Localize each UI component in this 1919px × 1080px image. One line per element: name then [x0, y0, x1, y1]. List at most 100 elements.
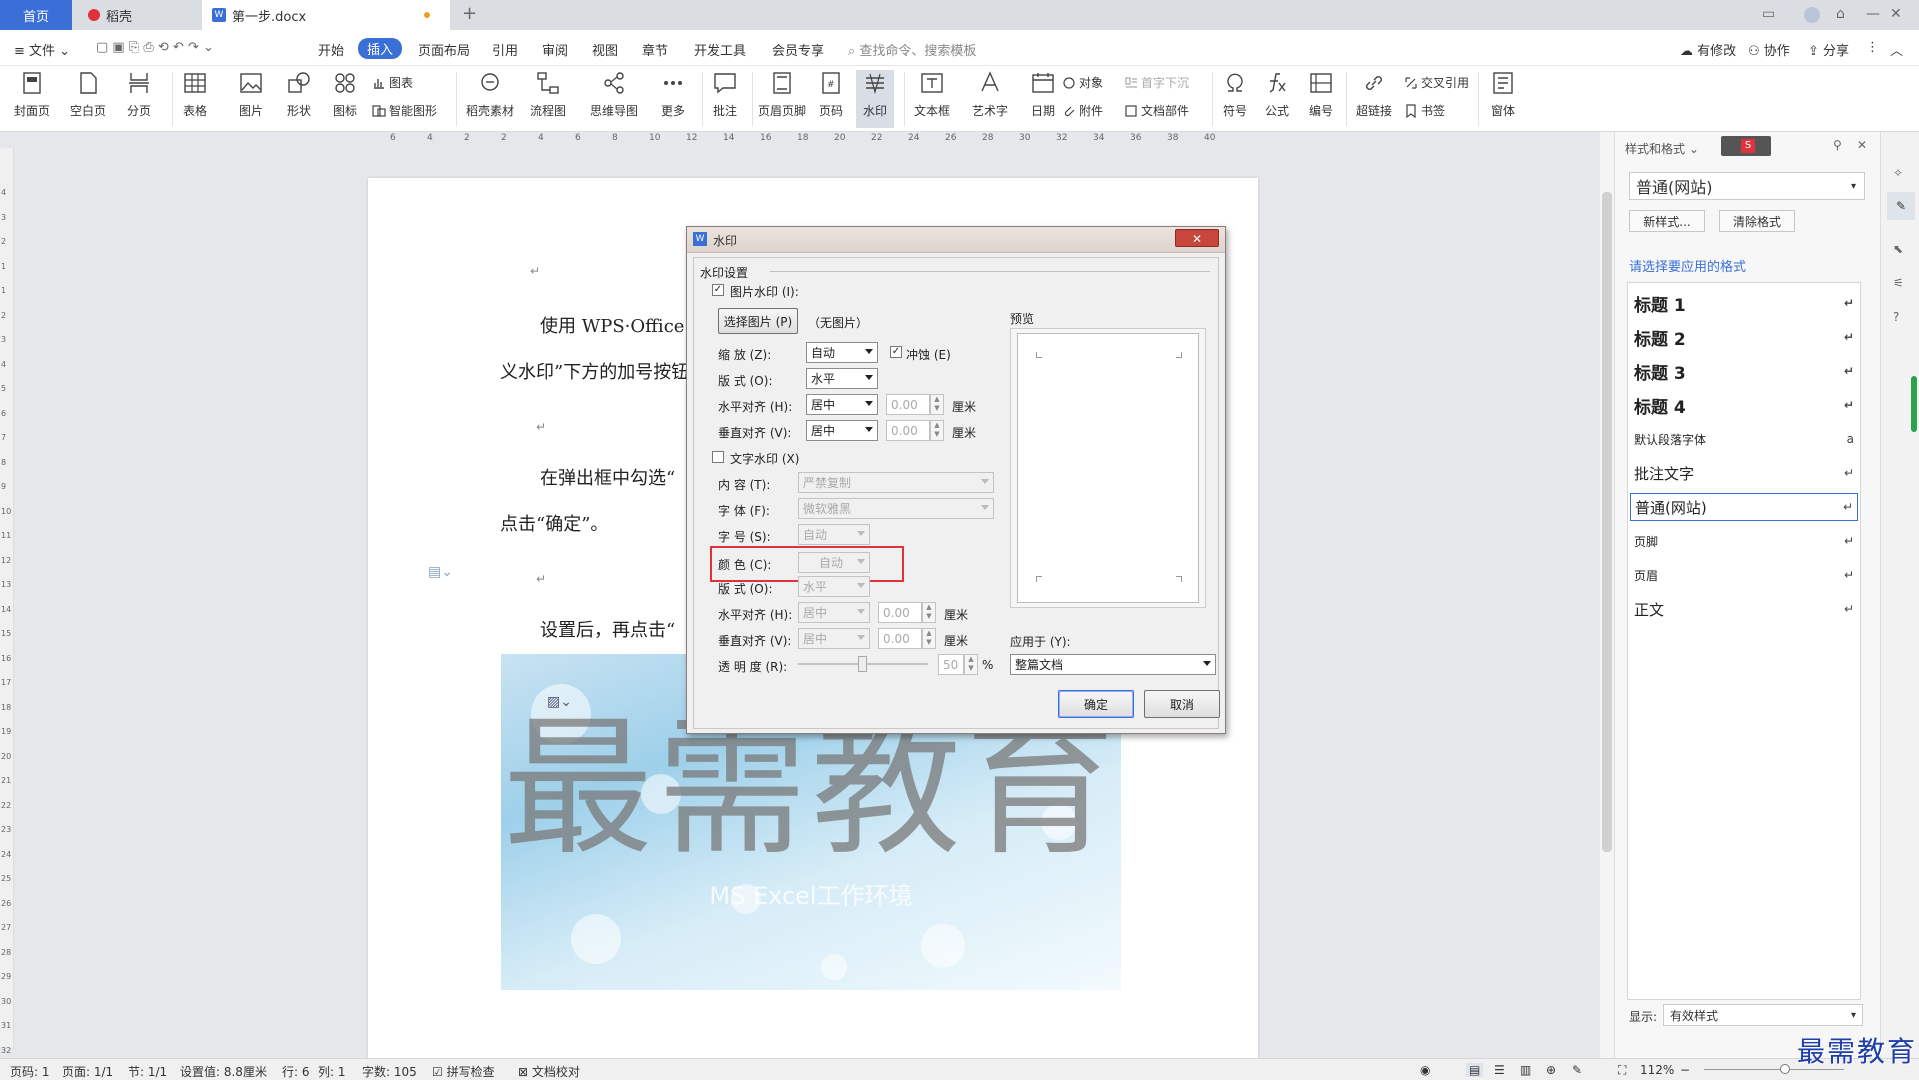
command-search[interactable]: ⌕ 查找命令、搜索模板	[848, 40, 976, 59]
style-item-body[interactable]: 正文 ↵	[1634, 595, 1854, 623]
h-align-select[interactable]: 居中	[806, 394, 878, 415]
revisions-button[interactable]: ☁ 有修改	[1680, 40, 1736, 59]
v-offset-spinner[interactable]: ▲ ▼	[930, 420, 944, 441]
close-panel-icon[interactable]: ✕	[1857, 138, 1867, 152]
style-item-header[interactable]: 页眉 ↵	[1634, 561, 1854, 589]
scroll-thumb[interactable]	[1602, 192, 1612, 852]
menu-insert[interactable]: 插入	[358, 38, 403, 59]
style-item-default-font[interactable]: 默认段落字体 a	[1634, 425, 1854, 453]
transparency-input[interactable]: 50	[938, 654, 964, 675]
new-style-button[interactable]: 新样式...	[1629, 210, 1705, 232]
cancel-button[interactable]: 取消	[1144, 690, 1220, 718]
style-item-heading-1[interactable]: 标题 1 ↵	[1634, 289, 1854, 317]
drop-cap-button[interactable]: 首字下沉	[1124, 74, 1189, 91]
horizontal-ruler[interactable]: 6 4 2 2 4 6 8 10 12 14 16 18 20 22 24 26 28 30 32 34 36 38 40	[368, 132, 1268, 148]
cover-page-button[interactable]: 封面页	[14, 70, 50, 119]
magic-icon[interactable]: ✧	[1893, 166, 1903, 180]
icon-library-button[interactable]: 图标	[332, 70, 358, 119]
user-avatar[interactable]	[1804, 7, 1820, 23]
size-select[interactable]: 自动	[798, 524, 870, 545]
input-method-icon[interactable]: S	[1721, 136, 1771, 156]
status-row[interactable]: 行: 6	[282, 1063, 310, 1080]
date-button[interactable]: 日期	[1030, 70, 1056, 119]
header-footer-button[interactable]: 页眉页脚	[758, 70, 806, 119]
apply-to-select[interactable]: 整篇文档	[1010, 654, 1216, 675]
style-item-comment-text[interactable]: 批注文字 ↵	[1634, 459, 1854, 487]
text-watermark-checkbox[interactable]	[712, 451, 724, 463]
formula-button[interactable]: 公式	[1264, 70, 1290, 119]
picture-button[interactable]: 图片	[238, 70, 264, 119]
status-section[interactable]: 节: 1/1	[128, 1063, 167, 1080]
style-item-heading-2[interactable]: 标题 2 ↵	[1634, 323, 1854, 351]
doc-parts-button[interactable]: 文档部件	[1124, 102, 1189, 119]
select-pointer-icon[interactable]: ⬉	[1893, 242, 1903, 256]
status-words[interactable]: 字数: 105	[362, 1063, 417, 1080]
vertical-ruler[interactable]: 4 3 2 1 1 2 3 4 5 6 7 8 9 10 11 12 13 14 15 16 17 18 19 20 21 22 2…	[0, 148, 14, 1055]
paste-options-icon[interactable]: ▨⌄	[547, 694, 572, 710]
panel-title[interactable]: 样式和格式 ⌄	[1625, 140, 1699, 157]
choose-picture-button[interactable]: 选择图片 (P)	[718, 308, 798, 334]
smart-graphic-button[interactable]: 智能图形	[372, 102, 437, 119]
page-view-icon[interactable]: ▤	[1466, 1063, 1484, 1077]
web-view-icon[interactable]: ⊕	[1546, 1063, 1556, 1077]
tab-home[interactable]: 首页	[0, 0, 72, 30]
zoom-handle[interactable]	[1911, 376, 1917, 432]
quick-access-icons[interactable]: ▢ ▣ ⎘ ⎙ ⟲ ↶ ↷ ⌄	[96, 40, 214, 55]
content-select[interactable]: 严禁复制	[798, 472, 994, 493]
dialog-titlebar[interactable]: W 水印 ✕	[687, 227, 1225, 253]
text-v-offset-input[interactable]: 0.00	[878, 628, 922, 649]
text-h-align-select[interactable]: 居中	[798, 602, 870, 623]
minimize-icon[interactable]: —	[1866, 6, 1880, 22]
transparency-spinner[interactable]: ▲ ▼	[964, 654, 978, 675]
text-h-offset-input[interactable]: 0.00	[878, 602, 922, 623]
hyperlink-button[interactable]: 超链接	[1356, 70, 1392, 119]
daoke-material-button[interactable]: 稻壳素材	[466, 70, 514, 119]
more-icon[interactable]: ⋮	[1866, 40, 1879, 55]
bookmark-button[interactable]: 书签	[1404, 102, 1445, 119]
color-select[interactable]: 自动	[798, 552, 870, 573]
style-item-footer[interactable]: 页脚 ↵	[1634, 527, 1854, 555]
textbox-button[interactable]: 文本框	[914, 70, 950, 119]
more-button[interactable]: 更多	[660, 70, 686, 119]
menu-review[interactable]: 审阅	[542, 40, 568, 59]
menu-member[interactable]: 会员专享	[772, 40, 824, 59]
outline-view-icon[interactable]: ☰	[1494, 1063, 1505, 1077]
settings-sliders-icon[interactable]: ⚟	[1893, 276, 1904, 290]
status-col[interactable]: 列: 1	[318, 1063, 346, 1080]
new-tab-button[interactable]: +	[462, 3, 477, 24]
menu-file[interactable]: ≡ 文件 ⌄	[14, 40, 70, 59]
zoom-out-button[interactable]: −	[1680, 1063, 1690, 1077]
blank-page-button[interactable]: 空白页	[70, 70, 106, 119]
status-page[interactable]: 页码: 1	[10, 1063, 50, 1080]
watermark-button[interactable]: 水印	[856, 70, 894, 128]
layout-select[interactable]: 水平	[806, 368, 878, 389]
skin-icon[interactable]: ⌂	[1836, 6, 1845, 22]
text-v-offset-spinner[interactable]: ▲ ▼	[922, 628, 936, 649]
text-v-align-select[interactable]: 居中	[798, 628, 870, 649]
form-button[interactable]: 窗体	[1490, 70, 1516, 119]
spell-check-button[interactable]: ☑ 拼写检查	[432, 1063, 495, 1080]
fit-page-icon[interactable]: ⛶	[1618, 1063, 1626, 1078]
comment-button[interactable]: 批注	[712, 70, 738, 119]
collaborate-button[interactable]: ⚇ 协作	[1748, 40, 1790, 59]
clear-format-button[interactable]: 清除格式	[1719, 210, 1795, 232]
menu-start[interactable]: 开始	[318, 40, 344, 59]
v-align-select[interactable]: 居中	[806, 420, 878, 441]
text-h-offset-spinner[interactable]: ▲ ▼	[922, 602, 936, 623]
tab-document[interactable]: W 第一步.docx	[202, 0, 450, 30]
collapse-ribbon-icon[interactable]: ︿	[1890, 40, 1903, 59]
menu-references[interactable]: 引用	[492, 40, 518, 59]
window-layout-icon[interactable]: ▭	[1762, 6, 1775, 22]
style-brush-icon[interactable]: ✎	[1887, 192, 1915, 220]
washout-checkbox[interactable]: ✓	[890, 346, 902, 358]
text-layout-select[interactable]: 水平	[798, 576, 870, 597]
object-button[interactable]: 对象	[1062, 74, 1103, 91]
pen-icon[interactable]: ✎	[1572, 1063, 1582, 1077]
vertical-scrollbar[interactable]	[1600, 132, 1614, 1058]
page-break-button[interactable]: 分页	[126, 70, 152, 119]
pin-icon[interactable]: ⚲	[1833, 138, 1842, 152]
help-icon[interactable]: ?	[1893, 310, 1899, 324]
h-offset-input[interactable]: 0.00	[886, 394, 930, 415]
menu-view[interactable]: 视图	[592, 40, 618, 59]
close-window-icon[interactable]: ✕	[1890, 6, 1902, 22]
